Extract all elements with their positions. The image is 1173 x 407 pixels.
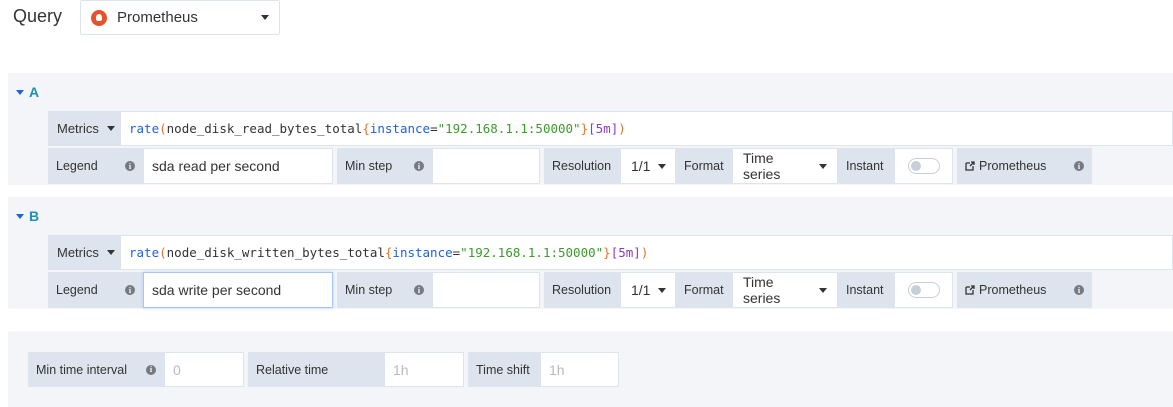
expr-function: rate [129,245,160,260]
info-icon: i [1074,285,1084,295]
prometheus-link[interactable]: Prometheus i [957,148,1092,184]
metrics-label: Metrics [57,121,99,136]
min-step-input[interactable] [432,148,540,184]
min-time-interval-label: Min time interval i [28,352,164,387]
expr-label-key: instance [369,121,431,136]
query-b-header[interactable]: B [16,208,39,224]
expr-label-value: "192.168.1.1:50000" [437,121,581,136]
resolution-select[interactable]: 1/1 [620,148,676,184]
datasource-picker[interactable]: Prometheus [80,0,280,35]
datasource-name: Prometheus [117,9,198,26]
external-link-icon [965,161,975,171]
min-time-interval-input[interactable]: 0 [164,352,244,387]
instant-toggle[interactable] [907,158,940,174]
resolution-label: Resolution [544,148,620,184]
caret-down-icon [819,287,827,293]
collapse-icon [16,213,24,219]
expr-label-key: instance [392,245,453,260]
metrics-label: Metrics [57,245,99,260]
time-shift-label: Time shift [468,352,540,387]
caret-down-icon [106,126,115,131]
relative-time-label: Relative time [248,352,384,387]
instant-label: Instant [838,272,894,308]
prometheus-logo-icon [91,9,107,26]
expr-metric: node_disk_read_bytes_total [166,121,363,136]
expr-metric: node_disk_written_bytes_total [166,245,385,260]
info-icon: i [146,364,156,375]
query-expression-input[interactable]: rate(node_disk_written_bytes_total{insta… [121,235,1173,270]
expr-range: [5m] [588,121,619,136]
format-label: Format [676,148,732,184]
query-letter: B [29,208,40,224]
min-step-label: Min step i [337,272,432,308]
format-label: Format [676,272,732,308]
instant-label: Instant [838,148,894,184]
options-row-b: Legend i sda write per second Min step i R… [48,272,1092,308]
metrics-button[interactable]: Metrics [48,111,121,146]
query-letter: A [29,84,40,100]
caret-down-icon [261,15,269,20]
expr-label-value: "192.168.1.1:50000" [460,245,604,260]
query-a-header[interactable]: A [16,84,39,100]
caret-down-icon [658,163,667,169]
caret-down-icon [106,250,115,255]
prometheus-link[interactable]: Prometheus i [957,272,1092,308]
metrics-button[interactable]: Metrics [48,235,121,270]
instant-toggle-wrap [894,148,953,184]
options-row-a: Legend i sda read per second Min step i Re… [48,148,1092,184]
instant-toggle-wrap [894,272,953,308]
info-icon: i [414,285,424,295]
query-options-row: Min time interval i 0 Relative time 1h Ti… [28,352,619,387]
legend-label: Legend i [48,148,143,184]
info-icon: i [125,285,135,295]
resolution-select[interactable]: 1/1 [620,272,676,308]
metrics-row-b: Metrics rate(node_disk_written_bytes_tot… [48,235,1173,270]
collapse-icon [16,89,24,95]
expr-range: [5m] [610,245,641,260]
metrics-row-a: Metrics rate(node_disk_read_bytes_total{… [48,111,1173,146]
info-icon: i [125,161,135,171]
legend-input[interactable]: sda read per second [143,148,333,184]
instant-toggle[interactable] [907,282,940,298]
caret-down-icon [819,163,827,169]
legend-label: Legend i [48,272,143,308]
caret-down-icon [658,287,667,293]
min-step-input[interactable] [432,272,540,308]
format-select[interactable]: Time series [732,148,838,184]
legend-input[interactable]: sda write per second [143,272,333,308]
min-step-label: Min step i [337,148,432,184]
query-expression-input[interactable]: rate(node_disk_read_bytes_total{instance… [121,111,1173,146]
resolution-label: Resolution [544,272,620,308]
query-label: Query [13,6,63,26]
time-shift-input[interactable]: 1h [540,352,619,387]
relative-time-input[interactable]: 1h [384,352,464,387]
info-icon: i [414,161,424,171]
format-select[interactable]: Time series [732,272,838,308]
info-icon: i [1074,161,1084,171]
external-link-icon [965,285,975,295]
expr-function: rate [129,121,160,136]
